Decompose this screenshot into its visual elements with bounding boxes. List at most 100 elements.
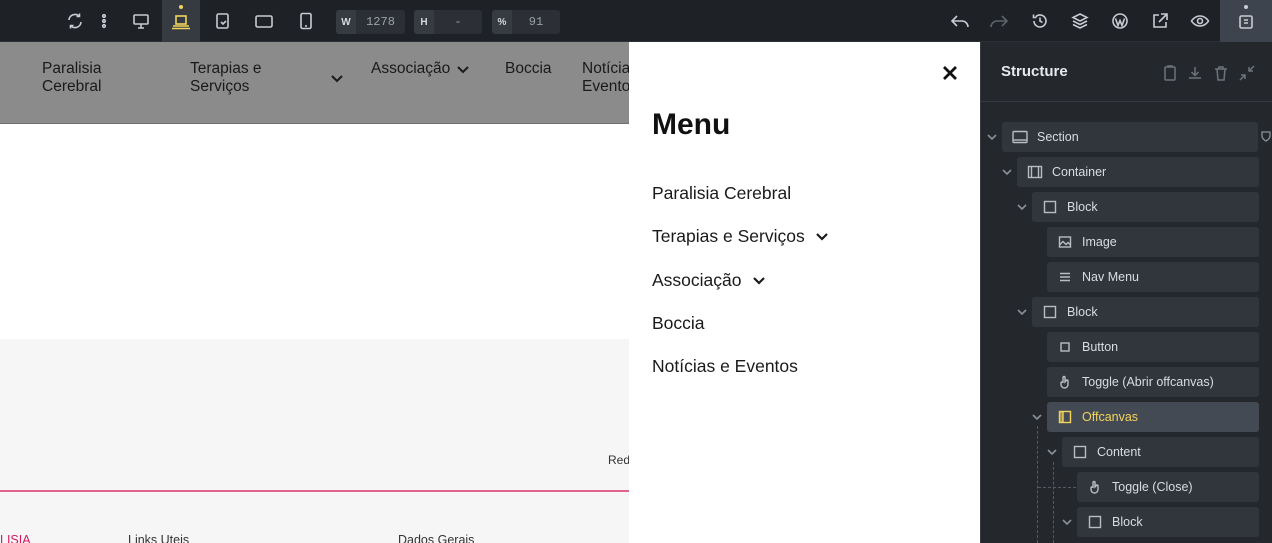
nav-label: Associação bbox=[371, 60, 451, 77]
tree-label: Toggle (Close) bbox=[1112, 480, 1193, 494]
block-icon bbox=[1042, 199, 1058, 215]
download-icon[interactable] bbox=[1186, 64, 1204, 82]
structure-panel-toggle-icon[interactable] bbox=[1220, 0, 1272, 42]
nav-item-boccia[interactable]: Boccia bbox=[505, 60, 552, 78]
chevron-down-icon[interactable] bbox=[1061, 516, 1073, 528]
active-breakpoint-dot bbox=[179, 5, 183, 9]
tree-row-toggle-close[interactable]: Toggle (Close) bbox=[1077, 472, 1259, 502]
offcanvas-item-associacao[interactable]: Associação bbox=[652, 270, 766, 291]
nav-item-paralisia[interactable]: Paralisia Cerebral bbox=[42, 60, 101, 96]
offcanvas-item-terapias[interactable]: Terapias e Serviços bbox=[652, 226, 829, 247]
toggle-hand-icon bbox=[1087, 479, 1103, 495]
more-options-icon[interactable] bbox=[88, 0, 120, 42]
tree-label: Section bbox=[1037, 130, 1079, 144]
tree-label: Toggle (Abrir offcanvas) bbox=[1082, 375, 1214, 389]
tree-label: Nav Menu bbox=[1082, 270, 1139, 284]
chevron-down-icon[interactable] bbox=[1031, 411, 1043, 423]
trash-icon[interactable] bbox=[1212, 64, 1230, 82]
tree-guide bbox=[1037, 426, 1038, 543]
height-label: H bbox=[414, 10, 434, 34]
wordpress-icon[interactable] bbox=[1101, 0, 1139, 42]
tree-row-button[interactable]: Button bbox=[1047, 332, 1259, 362]
tree-label: Content bbox=[1097, 445, 1141, 459]
tree-label: Image bbox=[1082, 235, 1117, 249]
offcanvas-item-label: Boccia bbox=[652, 313, 705, 333]
chevron-down-icon[interactable] bbox=[815, 232, 829, 242]
zoom-label: % bbox=[492, 10, 512, 34]
chevron-down-icon[interactable] bbox=[752, 276, 766, 286]
history-icon[interactable] bbox=[1021, 0, 1059, 42]
chevron-down-icon bbox=[331, 75, 343, 83]
chevron-down-icon[interactable] bbox=[1001, 166, 1013, 178]
tablet-portrait-icon[interactable] bbox=[245, 0, 283, 42]
block-icon bbox=[1087, 514, 1103, 530]
offcanvas-item-label: Associação bbox=[652, 270, 742, 290]
zoom-value[interactable]: 91 bbox=[512, 15, 560, 29]
offcanvas-title: Menu bbox=[652, 108, 731, 141]
tree-row-offcanvas[interactable]: Offcanvas bbox=[1047, 402, 1259, 432]
container-icon bbox=[1027, 164, 1043, 180]
tree-label: Block bbox=[1067, 305, 1098, 319]
nav-label: Notícia Evento bbox=[582, 60, 631, 95]
tree-label: Offcanvas bbox=[1082, 410, 1139, 424]
footer-heading-3: Dados Gerais bbox=[398, 533, 475, 543]
offcanvas-item-boccia[interactable]: Boccia bbox=[652, 313, 705, 334]
tree-row-block[interactable]: Block bbox=[1032, 192, 1259, 222]
offcanvas-item-label: Paralisia Cerebral bbox=[652, 183, 792, 203]
structure-header: Structure bbox=[981, 42, 1272, 102]
close-icon[interactable] bbox=[940, 63, 960, 83]
block-icon bbox=[1042, 304, 1058, 320]
tree-row-block[interactable]: Block bbox=[1077, 507, 1259, 537]
structure-panel: Structure Section Container Block Image bbox=[980, 42, 1272, 543]
partial-text: Red bbox=[608, 453, 631, 467]
page-canvas: Paralisia Cerebral Terapias e Serviços A… bbox=[0, 42, 980, 543]
tree-row-content[interactable]: Content bbox=[1062, 437, 1259, 467]
redo-icon[interactable] bbox=[980, 0, 1018, 42]
nav-label: Terapias e Serviços bbox=[190, 60, 262, 95]
nav-label: Boccia bbox=[505, 60, 552, 77]
mobile-icon[interactable] bbox=[287, 0, 325, 42]
tree-label: Block bbox=[1067, 200, 1098, 214]
shield-check-icon[interactable] bbox=[1260, 130, 1272, 142]
width-label: W bbox=[336, 10, 356, 34]
chevron-down-icon[interactable] bbox=[1016, 201, 1028, 213]
gray-section bbox=[0, 339, 629, 543]
zoom-field[interactable]: % 91 bbox=[492, 10, 560, 34]
width-value[interactable]: 1278 bbox=[356, 15, 405, 29]
undo-icon[interactable] bbox=[941, 0, 979, 42]
nav-item-noticias[interactable]: Notícia Evento bbox=[582, 60, 630, 96]
tree-label: Block bbox=[1112, 515, 1143, 529]
tree-row-section[interactable]: Section bbox=[1002, 122, 1258, 152]
external-link-icon[interactable] bbox=[1141, 0, 1179, 42]
laptop-breakpoint-icon[interactable] bbox=[162, 0, 200, 42]
footer-heading-2: Links Uteis bbox=[128, 533, 190, 543]
chevron-down-icon[interactable] bbox=[1046, 446, 1058, 458]
tree-row-image[interactable]: Image bbox=[1047, 227, 1259, 257]
nav-item-terapias[interactable]: Terapias e Serviços bbox=[190, 60, 343, 96]
tree-row-toggle-open[interactable]: Toggle (Abrir offcanvas) bbox=[1047, 367, 1259, 397]
layers-icon[interactable] bbox=[1061, 0, 1099, 42]
footer-divider bbox=[0, 490, 629, 492]
height-field[interactable]: H - bbox=[414, 10, 482, 34]
chevron-down-icon[interactable] bbox=[1016, 306, 1028, 318]
tree-row-container[interactable]: Container bbox=[1017, 157, 1259, 187]
section-icon bbox=[1012, 129, 1028, 145]
nav-label: Paralisia Cerebral bbox=[42, 60, 102, 95]
width-field[interactable]: W 1278 bbox=[336, 10, 405, 34]
offcanvas-item-noticias[interactable]: Notícias e Eventos bbox=[652, 356, 798, 377]
height-value[interactable]: - bbox=[434, 15, 482, 29]
toggle-hand-icon bbox=[1057, 374, 1073, 390]
nav-item-associacao[interactable]: Associação bbox=[371, 60, 470, 78]
preview-eye-icon[interactable] bbox=[1181, 0, 1219, 42]
footer-heading-1: LISIA bbox=[0, 533, 31, 543]
tree-row-block[interactable]: Block bbox=[1032, 297, 1259, 327]
offcanvas-item-paralisia[interactable]: Paralisia Cerebral bbox=[652, 183, 791, 204]
tree-row-nav-menu[interactable]: Nav Menu bbox=[1047, 262, 1259, 292]
chevron-down-icon[interactable] bbox=[986, 131, 998, 143]
structure-dot bbox=[1244, 5, 1248, 9]
tablet-landscape-icon[interactable] bbox=[204, 0, 242, 42]
clipboard-icon[interactable] bbox=[1161, 64, 1179, 82]
collapse-icon[interactable] bbox=[1238, 64, 1256, 82]
desktop-icon[interactable] bbox=[122, 0, 160, 42]
menu-icon bbox=[1057, 269, 1073, 285]
